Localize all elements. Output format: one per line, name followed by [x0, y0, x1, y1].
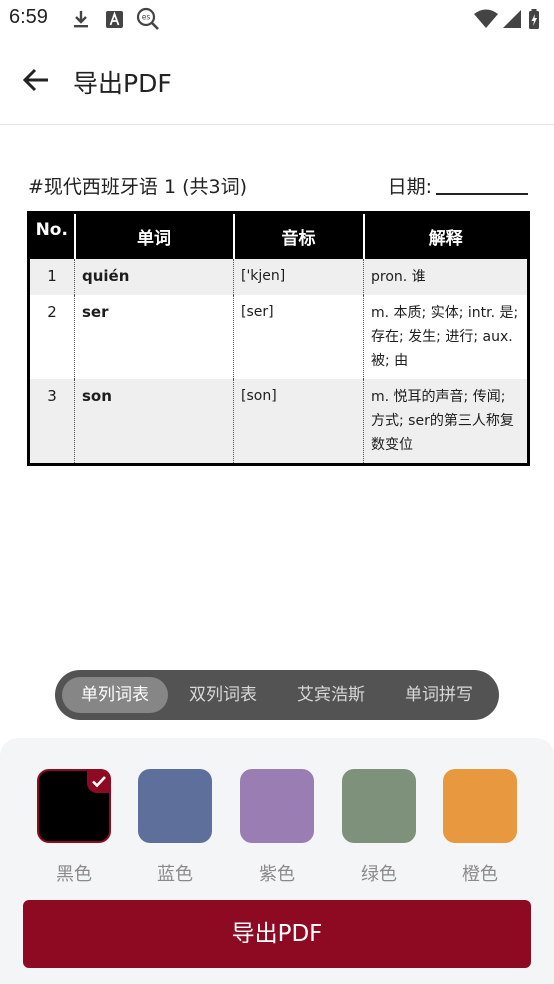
tab-single-column[interactable]: 单列词表: [62, 677, 168, 713]
status-time: 6:59: [9, 6, 48, 28]
color-swatch-black[interactable]: [37, 769, 111, 843]
battery-icon: [525, 8, 543, 30]
template-tabs: 单列词表 双列词表 艾宾浩斯 单词拼写: [55, 670, 499, 720]
row-definition: m. 悦耳的声音; 传闻; 方式; ser的第三人称复数变位: [363, 379, 529, 465]
row-number: 2: [47, 303, 57, 321]
app-bar: 导出PDF: [0, 38, 554, 125]
es-search-icon: es: [135, 6, 161, 32]
color-label-blue: 蓝色: [157, 864, 193, 885]
header-definition: 解释: [362, 212, 529, 259]
color-label-orange: 橙色: [462, 864, 498, 885]
color-swatch-green[interactable]: [342, 769, 416, 843]
row-phonetic: [ser]: [233, 295, 364, 379]
arrow-back-icon: [22, 68, 48, 92]
tab-double-column[interactable]: 双列词表: [170, 677, 276, 713]
header-no: No.: [28, 212, 75, 259]
date-underline: [436, 193, 528, 195]
row-phonetic: ['kjen]: [233, 259, 364, 295]
table-row: 1 quién ['kjen] pron. 谁: [28, 259, 529, 295]
back-button[interactable]: [20, 64, 52, 96]
status-bar: 6:59 es: [0, 0, 554, 38]
date-label: 日期:: [387, 176, 432, 198]
header-phonetic: 音标: [232, 212, 364, 259]
row-word: quién: [74, 259, 234, 295]
svg-text:es: es: [142, 13, 151, 22]
document-header: #现代西班牙语 1 (共3词) 日期:: [28, 172, 528, 202]
check-icon: [87, 769, 111, 793]
color-swatch-purple[interactable]: [240, 769, 314, 843]
table-header-row: No. 单词 音标 解释: [28, 212, 529, 259]
signal-icon: [501, 8, 523, 30]
row-word: son: [74, 379, 234, 465]
color-swatch-blue[interactable]: [138, 769, 212, 843]
row-word: ser: [74, 295, 234, 379]
vocabulary-table: No. 单词 音标 解释 1 quién ['kjen] pron. 谁 2 s…: [27, 211, 530, 466]
color-label-green: 绿色: [361, 864, 397, 885]
download-icon: [70, 8, 92, 30]
wifi-icon: [473, 8, 499, 30]
table-row: 3 son [son] m. 悦耳的声音; 传闻; 方式; ser的第三人称复数…: [28, 379, 529, 465]
options-panel: 黑色 蓝色 紫色 绿色 橙色 导出PDF: [0, 738, 554, 984]
page-title: 导出PDF: [73, 69, 172, 98]
row-number: 3: [28, 379, 75, 465]
export-pdf-button[interactable]: 导出PDF: [23, 900, 531, 968]
row-definition: pron. 谁: [363, 259, 529, 295]
document-title: #现代西班牙语 1 (共3词): [28, 176, 248, 198]
color-swatch-orange[interactable]: [443, 769, 517, 843]
font-a-icon: [104, 8, 126, 30]
row-phonetic: [son]: [233, 379, 364, 465]
tab-spelling[interactable]: 单词拼写: [386, 677, 492, 713]
date-field: 日期:: [388, 172, 528, 199]
tab-ebbinghaus[interactable]: 艾宾浩斯: [278, 677, 384, 713]
color-label-black: 黑色: [56, 864, 92, 885]
header-word: 单词: [73, 212, 234, 259]
color-label-purple: 紫色: [259, 864, 295, 885]
row-definition: m. 本质; 实体; intr. 是; 存在; 发生; 进行; aux. 被; …: [363, 295, 529, 379]
row-number: 1: [28, 259, 75, 295]
table-row: 2 ser [ser] m. 本质; 实体; intr. 是; 存在; 发生; …: [29, 295, 529, 379]
